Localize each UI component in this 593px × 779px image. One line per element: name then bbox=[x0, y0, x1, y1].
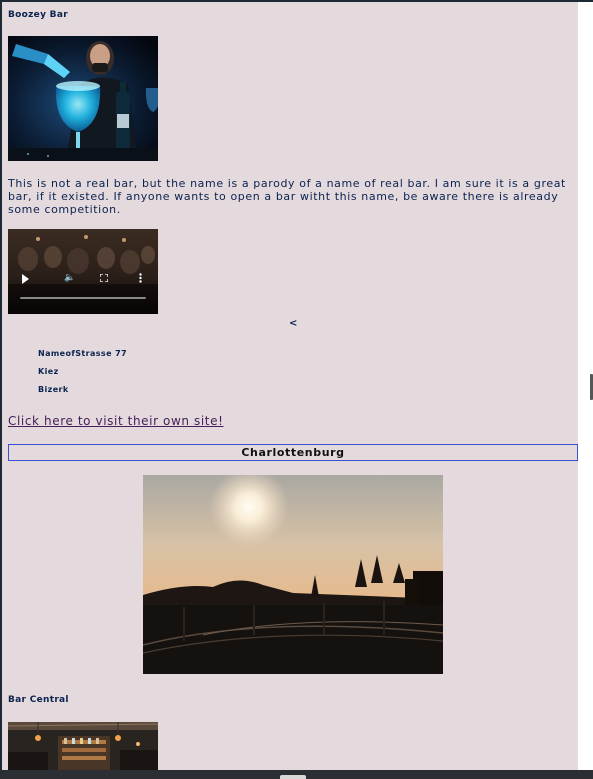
bottom-toolbar bbox=[0, 770, 593, 779]
carousel-prev-button[interactable]: < bbox=[289, 318, 297, 329]
scrollbar[interactable] bbox=[578, 2, 593, 770]
bar-description: This is not a real bar, but the name is … bbox=[8, 177, 566, 216]
toolbar-handle[interactable] bbox=[280, 775, 306, 779]
district-photo bbox=[143, 475, 443, 674]
more-vertical-icon[interactable] bbox=[139, 273, 142, 283]
bar-name-heading: Bar Central bbox=[8, 695, 69, 705]
bar-name-heading: Boozey Bar bbox=[8, 10, 68, 20]
address-bezirk: Bizerk bbox=[38, 385, 69, 394]
page-content[interactable]: Boozey Bar This is not a real bar, but t… bbox=[2, 2, 578, 770]
play-icon[interactable] bbox=[22, 274, 29, 284]
bar-photo bbox=[8, 36, 158, 161]
bar-photo bbox=[8, 722, 158, 770]
district-heading: Charlottenburg bbox=[8, 444, 578, 461]
visit-site-link[interactable]: Click here to visit their own site! bbox=[8, 414, 224, 428]
fullscreen-icon[interactable] bbox=[100, 274, 108, 282]
browser-frame: Boozey Bar This is not a real bar, but t… bbox=[0, 0, 593, 779]
address-street: NameofStrasse 77 bbox=[38, 349, 128, 358]
address-kiez: Kiez bbox=[38, 367, 59, 376]
bar-video-player[interactable]: 🔈 bbox=[8, 229, 158, 314]
volume-icon[interactable]: 🔈 bbox=[64, 273, 75, 283]
